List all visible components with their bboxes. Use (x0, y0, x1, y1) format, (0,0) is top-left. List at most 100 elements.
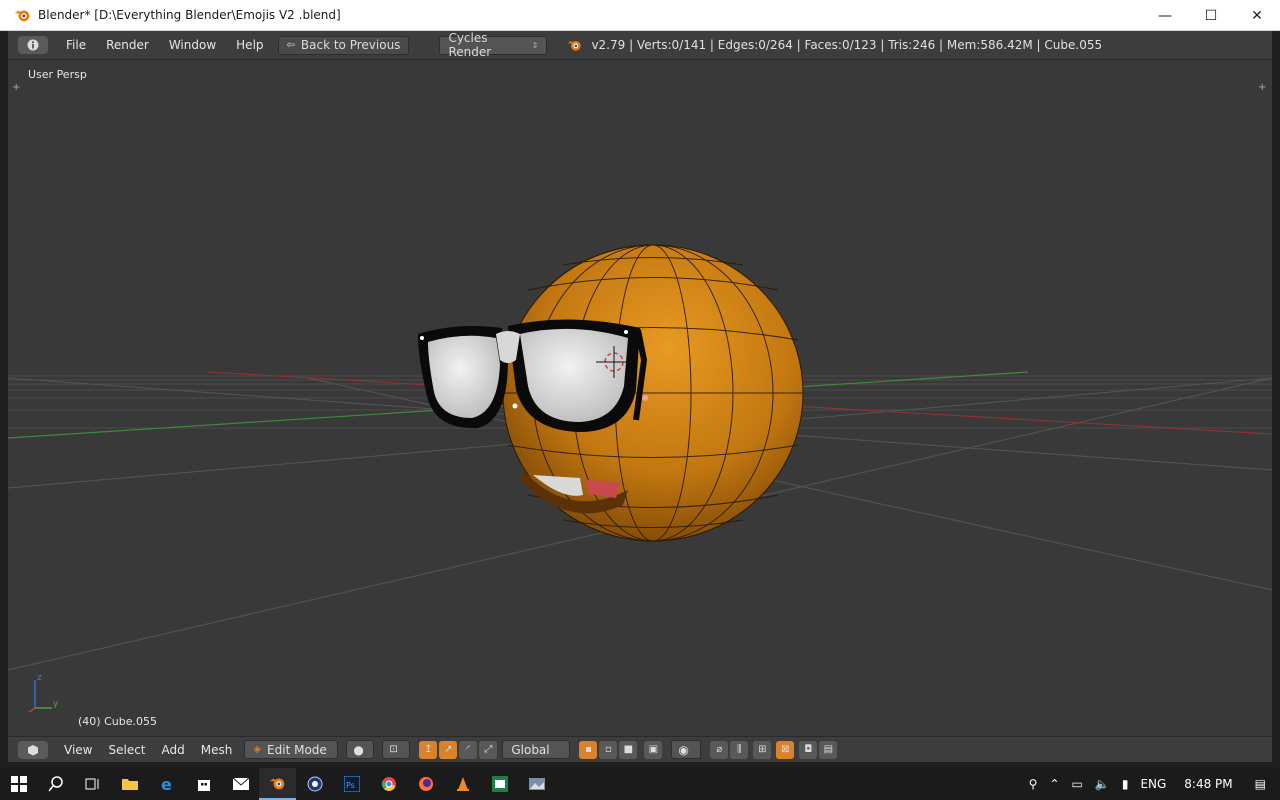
3d-viewport[interactable]: z y + + User Persp (40) Cube.055 (8, 60, 1272, 736)
windows-taskbar: e Ps ⚲ ⌃ ▭ 🔈 ▮ ENG 8:48 PM ▤ (0, 768, 1280, 800)
properties-toggle-icon[interactable]: + (1258, 82, 1270, 94)
menu-mesh[interactable]: Mesh (193, 743, 241, 757)
blender-logo-icon (269, 778, 284, 790)
axis-z-label: z (37, 673, 42, 683)
language-indicator[interactable]: ENG (1134, 777, 1172, 791)
blender-logo-icon (14, 10, 30, 22)
manipulator-toggle-icon[interactable]: ↥ (419, 740, 438, 759)
menu-render[interactable]: Render (96, 38, 159, 52)
photos-icon (528, 778, 545, 790)
cinema4d-icon (307, 776, 322, 792)
folder-icon (121, 779, 138, 790)
render-engine-select[interactable]: Cycles Render ⇕ (439, 31, 548, 59)
proportional-editing-select[interactable]: ◉ (671, 740, 702, 759)
menu-view[interactable]: View (56, 743, 100, 757)
render-animation-icon[interactable]: ▤ (819, 740, 838, 759)
editor-type-selector[interactable] (18, 36, 48, 54)
info-icon (27, 39, 39, 51)
taskbar-blender[interactable] (259, 768, 296, 800)
maximize-button[interactable]: ☐ (1188, 0, 1234, 31)
edge-browser-icon: e (161, 776, 172, 792)
editor-type-3dview-selector[interactable] (18, 740, 48, 759)
network-icon[interactable]: ▮ (1116, 777, 1135, 791)
back-icon: ⇦ (286, 39, 295, 51)
battery-icon[interactable]: ▭ (1066, 777, 1089, 791)
translate-manipulator-icon[interactable]: ↗ (439, 740, 458, 759)
mesh-select-tool-icon[interactable]: ⊠ (776, 740, 795, 759)
render-camera-icon[interactable]: ◘ (799, 740, 818, 759)
search-button[interactable] (37, 768, 74, 800)
orientation-label: Global (511, 742, 550, 757)
snap-target-icon[interactable]: ⊞ (753, 740, 772, 759)
pivot-point-select[interactable]: ⊡ (382, 740, 411, 759)
vertex-select-mode-icon[interactable]: ▪ (579, 740, 598, 759)
axis-y-label: y (53, 699, 59, 709)
scene-stats: v2.79 | Verts:0/141 | Edges:0/264 | Face… (591, 38, 1103, 52)
svg-text:Ps: Ps (346, 781, 355, 790)
info-header: File Render Window Help ⇦ Back to Previo… (8, 31, 1272, 60)
vertex-dot (420, 336, 424, 340)
taskbar-firefox[interactable] (407, 768, 444, 800)
taskbar-file-explorer[interactable] (111, 768, 148, 800)
taskbar-cinema4d[interactable] (296, 768, 333, 800)
taskbar-chrome[interactable] (370, 768, 407, 800)
menu-help[interactable]: Help (226, 38, 273, 52)
face-select-mode-icon[interactable]: ■ (619, 740, 638, 759)
task-view-icon (85, 778, 98, 790)
spreadsheet-icon (491, 776, 508, 792)
rotate-manipulator-icon[interactable]: ◜ (459, 740, 478, 759)
tray-chevron-icon[interactable]: ⌃ (1043, 777, 1065, 791)
taskbar-mail[interactable] (222, 768, 259, 800)
window-title: Blender* [D:\Everything Blender\Emojis V… (38, 8, 341, 22)
updown-arrows-icon: ⇕ (531, 40, 539, 50)
back-to-previous-button[interactable]: ⇦ Back to Previous (277, 35, 410, 55)
axis-gizmo: z y (28, 673, 59, 713)
task-view-button[interactable] (74, 768, 111, 800)
mode-label: Edit Mode (267, 742, 327, 757)
volume-icon[interactable]: 🔈 (1089, 777, 1116, 791)
taskbar-photoshop[interactable]: Ps (333, 768, 370, 800)
system-tray: ⚲ ⌃ ▭ 🔈 ▮ ENG 8:48 PM ▤ (1023, 768, 1280, 800)
proportional-edit-icon: ◉ (678, 742, 689, 757)
scale-manipulator-icon[interactable]: ⤢ (479, 740, 498, 759)
object-origin (642, 395, 648, 401)
taskbar-vlc[interactable] (444, 768, 481, 800)
snap-toggle-icon[interactable]: ⌀ (710, 740, 729, 759)
3d-view-icon (28, 744, 38, 755)
menu-select[interactable]: Select (100, 743, 153, 757)
close-button[interactable]: ✕ (1234, 0, 1280, 31)
3d-view-header: View Select Add Mesh ◈ Edit Mode ● ⊡ ↥ ↗… (8, 736, 1272, 762)
back-to-previous-label: Back to Previous (300, 38, 401, 52)
svg-text:e: e (161, 776, 172, 792)
menu-add[interactable]: Add (154, 743, 193, 757)
snap-element-icon[interactable]: ⫼ (730, 740, 749, 759)
people-icon[interactable]: ⚲ (1023, 777, 1044, 791)
taskbar-edge[interactable]: e (148, 768, 185, 800)
windows-logo-icon (10, 776, 27, 792)
glasses-mesh[interactable] (418, 319, 648, 432)
viewport-scene[interactable]: z y (8, 60, 1272, 736)
view-perspective-label: User Persp (28, 68, 87, 81)
viewport-shading-select[interactable]: ● (346, 740, 375, 759)
transform-orientation-select[interactable]: Global (502, 740, 571, 759)
notifications-icon[interactable]: ▤ (1249, 777, 1272, 791)
edge-select-mode-icon[interactable]: ▫ (599, 740, 618, 759)
limit-selection-visible-icon[interactable]: ▣ (644, 740, 663, 759)
menu-file[interactable]: File (56, 38, 96, 52)
mode-select[interactable]: ◈ Edit Mode (244, 740, 339, 759)
edit-mode-icon: ◈ (253, 744, 262, 755)
toolshelf-toggle-icon[interactable]: + (12, 82, 24, 94)
minimize-button[interactable]: — (1142, 0, 1188, 31)
taskbar-photos[interactable] (518, 768, 555, 800)
active-object-label: (40) Cube.055 (78, 715, 157, 728)
vertex-dot (512, 403, 518, 409)
mail-icon (232, 778, 249, 790)
store-icon (197, 780, 210, 791)
pivot-icon: ⊡ (389, 744, 398, 755)
taskbar-sheets[interactable] (481, 768, 518, 800)
chrome-icon (381, 777, 396, 791)
taskbar-store[interactable] (185, 768, 222, 800)
start-button[interactable] (0, 768, 37, 800)
clock-time[interactable]: 8:48 PM (1178, 777, 1238, 791)
menu-window[interactable]: Window (159, 38, 226, 52)
